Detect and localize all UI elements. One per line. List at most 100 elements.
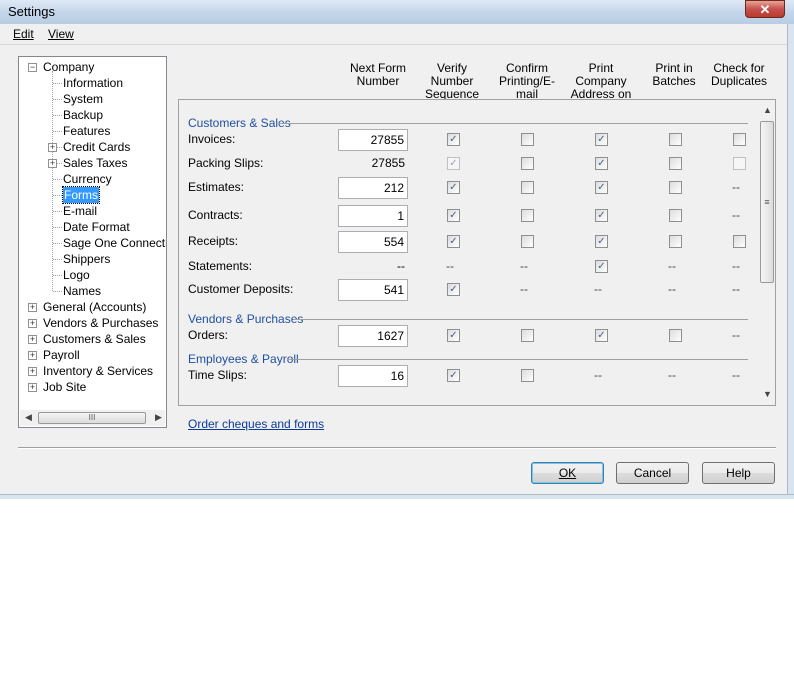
tree-item-backup[interactable]: Backup: [63, 107, 103, 123]
row-label: Orders:: [188, 328, 229, 342]
checkbox[interactable]: ✓: [447, 181, 460, 194]
tree-item-company[interactable]: Company: [43, 59, 94, 75]
expand-icon[interactable]: +: [48, 143, 57, 152]
checkbox[interactable]: [669, 133, 682, 146]
checkbox[interactable]: ✓: [447, 209, 460, 222]
title-bar[interactable]: Settings ✕: [0, 0, 794, 24]
checkbox[interactable]: [669, 157, 682, 170]
menu-edit[interactable]: Edit: [13, 27, 34, 41]
tree-item-inventory-services[interactable]: Inventory & Services: [43, 363, 153, 379]
collapse-icon[interactable]: −: [28, 63, 37, 72]
checkbox[interactable]: [521, 329, 534, 342]
checkbox[interactable]: [669, 209, 682, 222]
tree-item-date-format[interactable]: Date Format: [63, 219, 130, 235]
tree-item-general-accounts-[interactable]: General (Accounts): [43, 299, 146, 315]
checkbox[interactable]: ✓: [447, 283, 460, 296]
close-button[interactable]: ✕: [745, 0, 785, 18]
expand-icon[interactable]: +: [28, 367, 37, 376]
expand-icon[interactable]: +: [28, 303, 37, 312]
tree-item-credit-cards[interactable]: Credit Cards: [63, 139, 130, 155]
checkbox[interactable]: ✓: [595, 133, 608, 146]
tree-item-logo[interactable]: Logo: [63, 267, 90, 283]
checkbox[interactable]: [669, 329, 682, 342]
checkbox[interactable]: ✓: [447, 133, 460, 146]
tree-item-currency[interactable]: Currency: [63, 171, 112, 187]
tree-item-customers-sales[interactable]: Customers & Sales: [43, 331, 146, 347]
tree-item-sales-taxes[interactable]: Sales Taxes: [63, 155, 127, 171]
not-applicable-marker: --: [668, 259, 676, 273]
expand-icon[interactable]: +: [28, 319, 37, 328]
checkbox[interactable]: ✓: [595, 209, 608, 222]
expand-icon[interactable]: +: [28, 383, 37, 392]
next-form-number-field[interactable]: 1: [338, 205, 408, 227]
checkbox[interactable]: ✓: [595, 329, 608, 342]
checkbox[interactable]: ✓: [447, 369, 460, 382]
scroll-up-icon[interactable]: ▲: [763, 105, 772, 115]
checkbox[interactable]: [521, 209, 534, 222]
settings-tree[interactable]: ◀ III ▶ − Company Information System Backup F…: [18, 56, 167, 428]
next-form-number-field[interactable]: 27855: [338, 129, 408, 151]
checkbox[interactable]: [521, 133, 534, 146]
checkbox[interactable]: [521, 157, 534, 170]
tree-item-forms[interactable]: Forms: [62, 186, 100, 204]
expand-icon[interactable]: +: [28, 335, 37, 344]
next-form-number-field[interactable]: 541: [338, 279, 408, 301]
tree-item-information[interactable]: Information: [63, 75, 123, 91]
next-form-number-field: --: [397, 259, 405, 273]
tree-item-shippers[interactable]: Shippers: [63, 251, 110, 267]
tree-item-job-site[interactable]: Job Site: [43, 379, 86, 395]
checkbox[interactable]: [521, 181, 534, 194]
expand-icon[interactable]: +: [28, 351, 37, 360]
help-button[interactable]: Help: [702, 462, 775, 484]
column-header-verify-number-sequence: Verify Number Sequence: [424, 61, 480, 101]
next-form-number-field[interactable]: 212: [338, 177, 408, 199]
divider: [18, 447, 776, 449]
window-frame-right: [787, 24, 794, 499]
next-form-number-field[interactable]: 16: [338, 365, 408, 387]
grid-scroll-thumb[interactable]: ≡: [760, 121, 774, 283]
tree-horizontal-scrollbar[interactable]: ◀ III ▶: [20, 410, 165, 426]
cancel-button[interactable]: Cancel: [616, 462, 689, 484]
tree-item-e-mail[interactable]: E-mail: [63, 203, 97, 219]
checkbox[interactable]: ✓: [595, 260, 608, 273]
tree-guide-branch: [53, 179, 62, 180]
checkbox[interactable]: [733, 235, 746, 248]
scroll-right-icon[interactable]: ▶: [155, 412, 162, 423]
column-header-print-in-batches: Print in Batches: [652, 61, 696, 88]
not-applicable-marker: --: [732, 328, 740, 342]
tree-item-payroll[interactable]: Payroll: [43, 347, 80, 363]
scroll-down-icon[interactable]: ▼: [763, 389, 772, 399]
menu-view-label: View: [48, 27, 74, 41]
not-applicable-marker: --: [520, 282, 528, 296]
tree-item-names[interactable]: Names: [63, 283, 101, 299]
checkbox[interactable]: ✓: [595, 181, 608, 194]
window-title: Settings: [8, 4, 55, 19]
tree-item-sage-one-connection[interactable]: Sage One Connection: [63, 235, 166, 251]
grid-vertical-scrollbar[interactable]: ▲ ≡ ▼: [759, 101, 775, 404]
next-form-number-field[interactable]: 554: [338, 231, 408, 253]
tree-item-features[interactable]: Features: [63, 123, 110, 139]
checkbox[interactable]: [733, 133, 746, 146]
checkbox[interactable]: [521, 369, 534, 382]
menu-view[interactable]: View: [48, 27, 74, 41]
order-cheques-link[interactable]: Order cheques and forms: [188, 417, 324, 431]
checkbox[interactable]: ✓: [447, 329, 460, 342]
ok-button[interactable]: OK: [531, 462, 604, 484]
tree-scroll-thumb[interactable]: III: [38, 412, 146, 424]
checkbox[interactable]: [669, 181, 682, 194]
row-label: Invoices:: [188, 132, 236, 146]
expand-icon[interactable]: +: [48, 159, 57, 168]
menu-edit-label: Edit: [13, 27, 34, 41]
scroll-left-icon[interactable]: ◀: [25, 412, 32, 423]
checkbox[interactable]: [669, 235, 682, 248]
tree-item-system[interactable]: System: [63, 91, 103, 107]
row-label: Contracts:: [188, 208, 243, 222]
checkbox[interactable]: ✓: [447, 235, 460, 248]
checkbox[interactable]: ✓: [595, 235, 608, 248]
checkbox[interactable]: ✓: [595, 157, 608, 170]
tree-guide-branch: [53, 259, 62, 260]
checkbox[interactable]: [521, 235, 534, 248]
tree-guide-line: [52, 71, 53, 291]
next-form-number-field[interactable]: 1627: [338, 325, 408, 347]
tree-item-vendors-purchases[interactable]: Vendors & Purchases: [43, 315, 158, 331]
